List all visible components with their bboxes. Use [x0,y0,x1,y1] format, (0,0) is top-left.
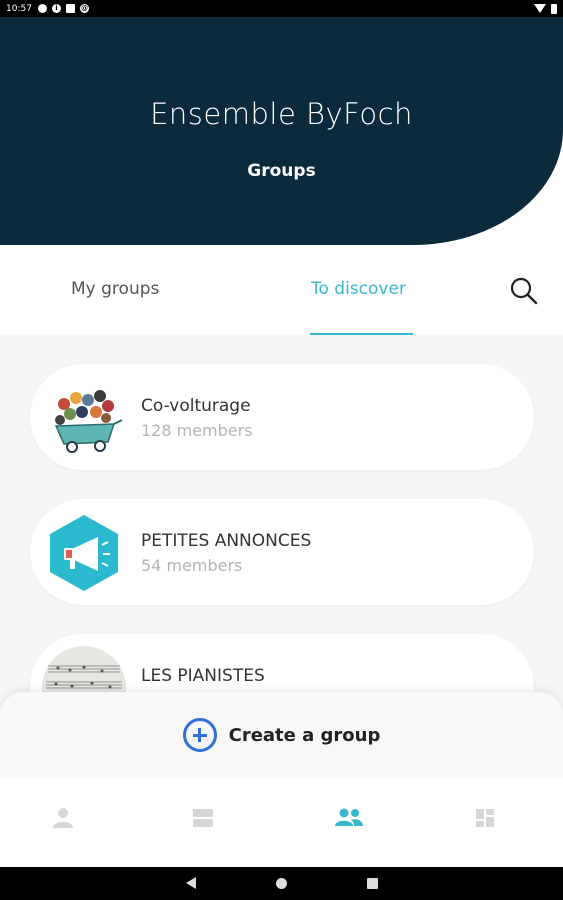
back-icon[interactable] [186,877,196,889]
plus-circle-icon [182,718,217,752]
header-background [0,17,563,245]
group-card-petites-annonces[interactable]: PETITES ANNONCES 54 members [30,499,534,605]
wifi-icon [534,4,546,13]
search-button[interactable] [508,275,540,307]
header: Ensemble ByFoch Groups [0,17,563,245]
apps-icon [476,809,494,827]
bottom-navigation [0,778,563,867]
status-time: 10:57 [6,3,32,14]
battery-icon [551,3,557,14]
tab-bar: My groups To discover [0,245,563,335]
circle-icon [37,4,47,13]
home-icon[interactable] [276,878,287,889]
media-icon: @ [79,4,89,13]
info-icon: i [51,4,61,13]
app-title: Ensemble ByFoch [150,97,413,131]
recent-apps-icon[interactable] [367,878,378,889]
storage-icon [65,4,75,13]
create-group-button[interactable]: Create a group [0,692,563,778]
tab-my-groups[interactable]: My groups [71,279,159,299]
megaphone-hexagon-icon [42,511,126,595]
group-name: Co-volturage [141,396,251,416]
group-name: PETITES ANNONCES [141,531,312,551]
group-member-count: 54 members [141,556,243,575]
group-member-count: 128 members [141,421,253,440]
feed-icon [193,809,213,827]
nav-feed[interactable] [189,804,217,832]
nav-apps[interactable] [471,804,499,832]
tab-to-discover[interactable]: To discover [311,279,406,299]
carpool-illustration [42,376,126,460]
system-navigation-bar [0,867,563,900]
group-card-covolturage[interactable]: Co-volturage 128 members [30,364,534,470]
nav-profile[interactable] [49,804,77,832]
nav-groups[interactable] [334,804,363,832]
search-icon [510,277,538,305]
active-tab-indicator [310,333,413,335]
groups-icon [335,808,363,826]
page-title: Groups [247,161,316,181]
profile-icon [53,808,73,828]
group-name: LES PIANISTES [141,666,265,686]
create-group-label: Create a group [228,724,381,746]
status-bar: 10:57 i @ [0,0,563,17]
